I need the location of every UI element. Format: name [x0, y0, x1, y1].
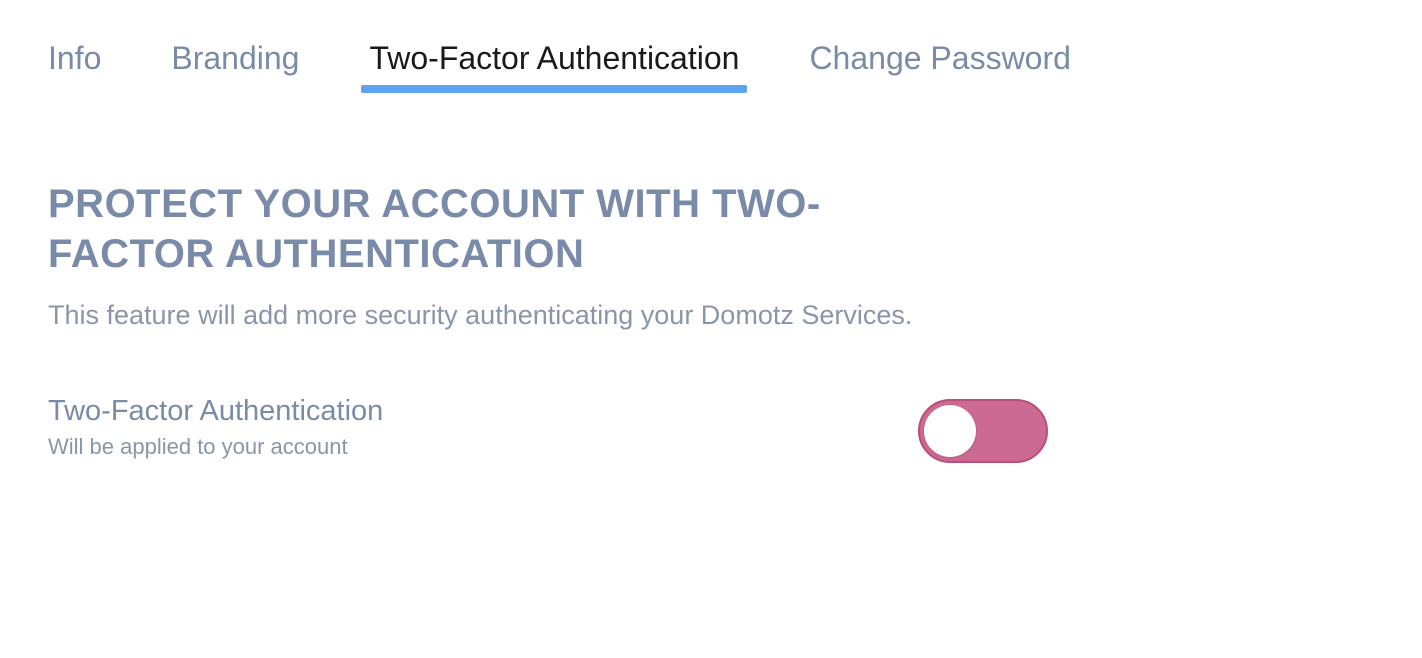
two-factor-setting-row: Two-Factor Authentication Will be applie… — [48, 395, 1048, 463]
tab-info[interactable]: Info — [48, 40, 101, 89]
section-description: This feature will add more security auth… — [48, 297, 928, 335]
two-factor-toggle[interactable] — [918, 399, 1048, 463]
setting-sublabel: Will be applied to your account — [48, 434, 918, 460]
setting-text: Two-Factor Authentication Will be applie… — [48, 395, 918, 460]
tab-change-password[interactable]: Change Password — [809, 40, 1070, 89]
section-title: PROTECT YOUR ACCOUNT WITH TWO-FACTOR AUT… — [48, 179, 948, 279]
toggle-knob — [924, 405, 976, 457]
tabs-bar: Info Branding Two-Factor Authentication … — [48, 40, 1374, 89]
tab-two-factor-authentication[interactable]: Two-Factor Authentication — [369, 40, 739, 89]
setting-label: Two-Factor Authentication — [48, 395, 918, 428]
tab-branding[interactable]: Branding — [171, 40, 299, 89]
